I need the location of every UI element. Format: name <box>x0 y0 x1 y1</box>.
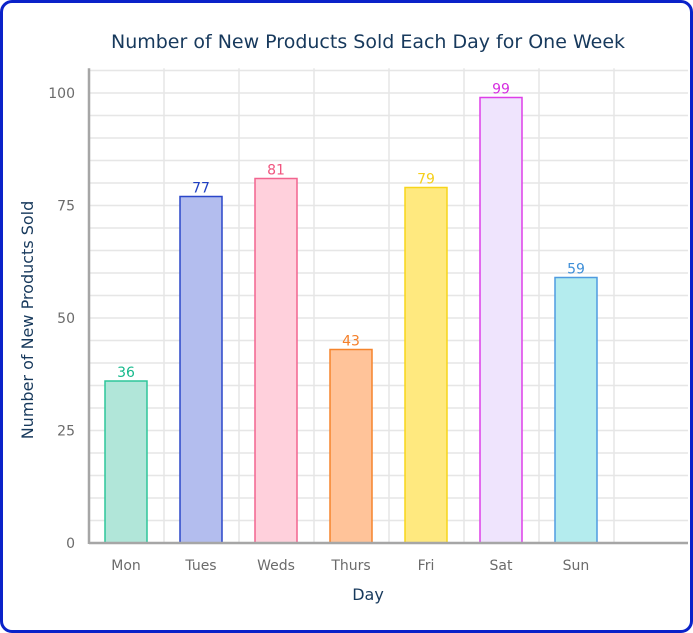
x-tick-sat: Sat <box>490 558 513 574</box>
bar-thurs <box>329 348 373 544</box>
y-axis-title: Number of New Products Sold <box>18 201 37 440</box>
bar-mon <box>104 380 148 544</box>
gridlines <box>89 68 688 544</box>
x-tick-labels: Mon Tues Weds Thurs Fri Sat Sun <box>111 558 589 574</box>
y-tick-25: 25 <box>57 424 75 440</box>
data-label-sun: 59 <box>567 262 585 278</box>
bar-fri <box>404 186 448 544</box>
x-tick-sun: Sun <box>563 558 590 574</box>
bar-weds <box>254 177 298 544</box>
x-tick-weds: Weds <box>257 558 295 574</box>
y-tick-labels: 0 25 50 75 100 <box>48 86 75 552</box>
bar-sun <box>554 276 598 544</box>
x-tick-tues: Tues <box>184 558 216 574</box>
bar-tues <box>179 195 223 544</box>
y-tick-100: 100 <box>48 86 75 102</box>
data-label-weds: 81 <box>267 163 285 179</box>
x-tick-thurs: Thurs <box>330 558 370 574</box>
y-tick-0: 0 <box>66 536 75 552</box>
data-label-thurs: 43 <box>342 334 360 350</box>
data-label-mon: 36 <box>117 365 135 381</box>
data-label-sat: 99 <box>492 82 510 98</box>
y-tick-50: 50 <box>57 311 75 327</box>
x-axis-title: Day <box>352 585 384 604</box>
x-tick-fri: Fri <box>418 558 435 574</box>
y-tick-75: 75 <box>57 199 75 215</box>
data-label-tues: 77 <box>192 181 210 197</box>
x-tick-mon: Mon <box>111 558 141 574</box>
data-label-fri: 79 <box>417 172 435 188</box>
bar-chart: Number of New Products Sold Each Day for… <box>18 31 688 604</box>
chart-title: Number of New Products Sold Each Day for… <box>111 31 625 53</box>
bar-sat <box>479 96 523 544</box>
